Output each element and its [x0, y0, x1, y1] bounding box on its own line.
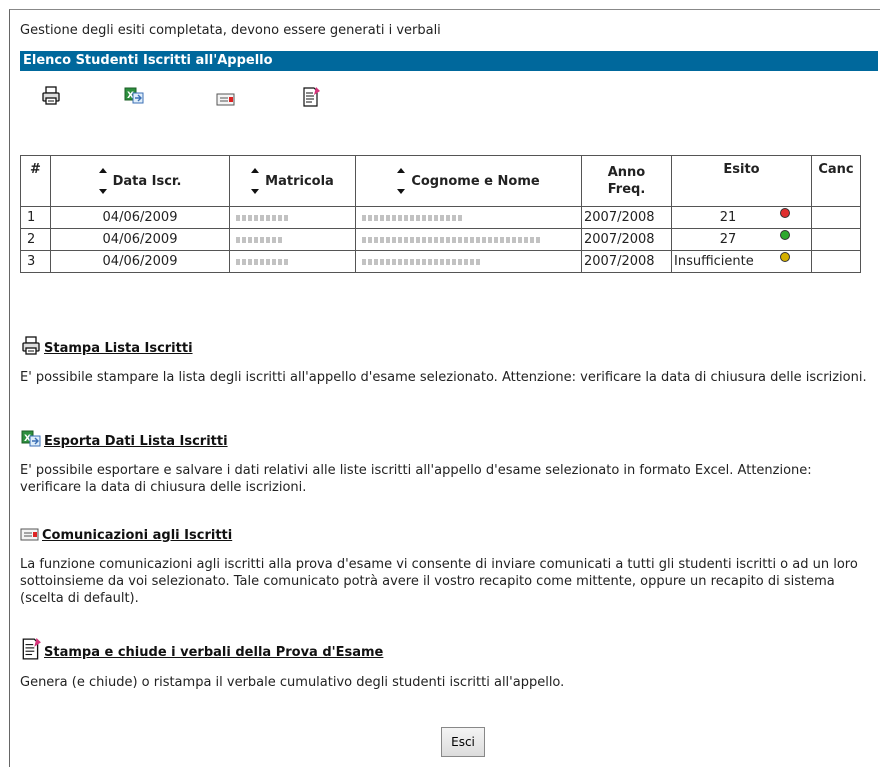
sort-desc-matricola-icon[interactable] [251, 189, 260, 194]
status-dot-icon [780, 252, 790, 262]
row-matricola-redacted [229, 250, 356, 273]
table-row: 1 04/06/2009 2007/2008 21 [20, 206, 861, 229]
header-esito: Esito [671, 155, 812, 207]
row-date: 04/06/2009 [50, 206, 230, 229]
export-list-description: E' possibile esportare e salvare i dati … [20, 463, 812, 495]
header-canc: Canc [811, 155, 861, 207]
page-frame: Gestione degli esiti completata, devono … [9, 9, 880, 767]
header-index: # [20, 155, 51, 207]
sort-asc-matricola-icon[interactable] [251, 168, 260, 173]
sort-desc-name-icon[interactable] [397, 189, 406, 194]
excel-export-icon[interactable] [123, 86, 151, 112]
row-canc[interactable] [811, 228, 861, 251]
print-list-section: Stampa Lista Iscritti E' possibile stamp… [20, 336, 870, 386]
row-matricola-redacted [229, 206, 356, 229]
communications-link[interactable]: Comunicazioni agli Iscritti [20, 525, 870, 543]
sort-asc-name-icon[interactable] [397, 168, 406, 173]
document-sign-icon [22, 638, 42, 660]
envelope-icon[interactable] [216, 90, 244, 116]
page-content: Gestione degli esiti completata, devono … [20, 10, 880, 767]
row-name-redacted [355, 228, 582, 251]
close-reports-section: Stampa e chiude i verbali della Prova d'… [20, 638, 870, 691]
row-index: 1 [20, 206, 51, 229]
row-canc[interactable] [811, 250, 861, 273]
envelope-icon [20, 528, 39, 541]
row-matricola-redacted [229, 228, 356, 251]
print-list-link[interactable]: Stampa Lista Iscritti [20, 336, 870, 356]
table-row: 2 04/06/2009 2007/2008 27 [20, 228, 861, 251]
status-dot-icon [780, 208, 790, 218]
row-year: 2007/2008 [581, 250, 672, 273]
toolbar [20, 82, 420, 122]
communications-section: Comunicazioni agli Iscritti La funzione … [20, 525, 870, 607]
printer-icon[interactable] [40, 86, 68, 112]
communications-description: La funzione comunicazioni agli iscritti … [20, 557, 858, 606]
row-index: 2 [20, 228, 51, 251]
row-date: 04/06/2009 [50, 228, 230, 251]
row-year: 2007/2008 [581, 206, 672, 229]
document-sign-icon[interactable] [301, 86, 329, 112]
row-esito: 21 [671, 206, 812, 229]
row-name-redacted [355, 206, 582, 229]
header-date: Data Iscr. [50, 155, 230, 207]
table-row: 3 04/06/2009 2007/2008 Insufficiente [20, 250, 861, 273]
printer-icon [22, 336, 40, 355]
export-list-section: Esporta Dati Lista Iscritti E' possibile… [20, 429, 870, 496]
section-title-bar: Elenco Studenti Iscritti all'Appello [20, 51, 878, 71]
excel-export-icon [21, 430, 41, 447]
status-message: Gestione degli esiti completata, devono … [20, 23, 441, 38]
row-year: 2007/2008 [581, 228, 672, 251]
close-reports-description: Genera (e chiude) o ristampa il verbale … [20, 675, 565, 690]
header-year: Anno Freq. [581, 155, 672, 207]
students-table: # Data Iscr. Matricola Cognome e Nome An… [20, 155, 861, 273]
table-header-row: # Data Iscr. Matricola Cognome e Nome An… [20, 155, 861, 207]
row-index: 3 [20, 250, 51, 273]
header-matricola: Matricola [229, 155, 356, 207]
sort-desc-date-icon[interactable] [98, 189, 107, 194]
row-esito: Insufficiente [671, 250, 812, 273]
exit-button[interactable]: Esci [441, 727, 485, 757]
export-list-link[interactable]: Esporta Dati Lista Iscritti [20, 429, 870, 449]
header-name: Cognome e Nome [355, 155, 582, 207]
status-dot-icon [780, 230, 790, 240]
row-esito: 27 [671, 228, 812, 251]
close-reports-link[interactable]: Stampa e chiude i verbali della Prova d'… [20, 638, 870, 660]
row-name-redacted [355, 250, 582, 273]
sort-asc-date-icon[interactable] [98, 168, 107, 173]
print-list-description: E' possibile stampare la lista degli isc… [20, 370, 867, 385]
row-date: 04/06/2009 [50, 250, 230, 273]
row-canc[interactable] [811, 206, 861, 229]
